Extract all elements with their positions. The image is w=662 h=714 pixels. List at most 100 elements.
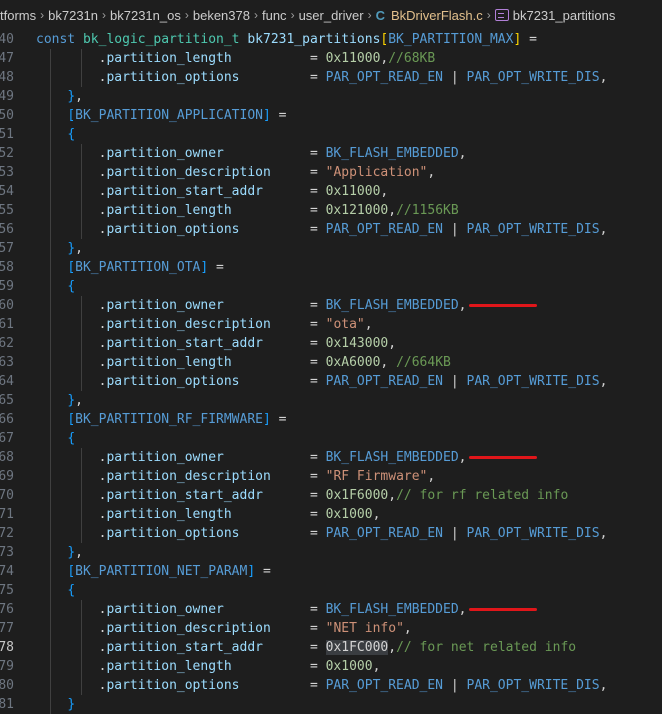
code-line[interactable]: 60 .partition_owner = BK_FLASH_EMBEDDED,: [0, 296, 662, 315]
red-annotation-mark: [468, 456, 537, 459]
line-number: 72: [0, 526, 14, 541]
breadcrumb-item-file[interactable]: C BkDriverFlash.c: [376, 8, 483, 23]
code-line[interactable]: 53 .partition_description = "Application…: [0, 163, 662, 182]
token-num: 0xA6000: [325, 355, 381, 370]
code-line[interactable]: 81 }: [0, 695, 662, 714]
token-punc: ,: [380, 355, 397, 370]
token-bracket3: {: [67, 127, 76, 142]
token-bracket3: {: [67, 431, 76, 446]
code-line[interactable]: 79 .partition_length = 0x1000,: [0, 657, 662, 676]
code-line[interactable]: 74 [BK_PARTITION_NET_PARAM] =: [0, 562, 662, 581]
code-line[interactable]: 72 .partition_options = PAR_OPT_READ_EN …: [0, 524, 662, 543]
code-text: .partition_start_addr = 0x1F6000,// for …: [14, 486, 568, 505]
token-punc: ,: [599, 526, 608, 541]
code-line[interactable]: 70 .partition_start_addr = 0x1F6000,// f…: [0, 486, 662, 505]
code-line[interactable]: 64 .partition_options = PAR_OPT_READ_EN …: [0, 372, 662, 391]
token-punc: .: [36, 602, 107, 617]
breadcrumb-item-bk7231n-os[interactable]: bk7231n_os: [110, 8, 181, 23]
token-punc: .: [36, 146, 107, 161]
breadcrumb-item-platforms[interactable]: tforms: [0, 8, 36, 23]
code-line[interactable]: 40 const bk_logic_partition_t bk7231_part…: [0, 30, 662, 49]
code-text: .partition_length = 0x11000,//68KB: [14, 49, 435, 68]
code-text: .partition_length = 0x1000,: [14, 505, 380, 524]
token-num: 0x121000: [325, 203, 389, 218]
code-line[interactable]: 48 .partition_options = PAR_OPT_READ_EN …: [0, 68, 662, 87]
token-macro: BK_PARTITION_OTA: [75, 260, 201, 275]
indent-guide: [50, 182, 51, 201]
variable-symbol-icon: [494, 9, 509, 21]
code-line[interactable]: 76 .partition_owner = BK_FLASH_EMBEDDED,: [0, 600, 662, 619]
code-line[interactable]: 52 .partition_owner = BK_FLASH_EMBEDDED,: [0, 144, 662, 163]
indent-guide: [50, 486, 51, 505]
code-line[interactable]: 63 .partition_length = 0xA6000, //664KB: [0, 353, 662, 372]
breadcrumb-item-bk7231n[interactable]: bk7231n: [48, 8, 98, 23]
line-number: 58: [0, 260, 14, 275]
token-ident: partition_owner: [106, 146, 224, 161]
code-line[interactable]: 69 .partition_description = "RF Firmware…: [0, 467, 662, 486]
token-punc: =: [270, 317, 326, 332]
chevron-right-icon: ›: [486, 8, 491, 22]
token-punc: [36, 279, 67, 294]
code-line[interactable]: 67 {: [0, 429, 662, 448]
code-text: .partition_options = PAR_OPT_READ_EN | P…: [14, 524, 607, 543]
code-line[interactable]: 47 .partition_length = 0x11000,//68KB: [0, 49, 662, 68]
token-punc: |: [443, 222, 467, 237]
breadcrumb-item-user-driver[interactable]: user_driver: [299, 8, 364, 23]
breadcrumb-item-func[interactable]: func: [262, 8, 287, 23]
code-line[interactable]: 78 .partition_start_addr = 0x1FC000,// f…: [0, 638, 662, 657]
token-punc: =: [255, 564, 271, 579]
line-number: 49: [0, 89, 14, 104]
code-line[interactable]: 65 },: [0, 391, 662, 410]
code-line[interactable]: 58 [BK_PARTITION_OTA] =: [0, 258, 662, 277]
code-line[interactable]: 62 .partition_start_addr = 0x143000,: [0, 334, 662, 353]
indent-guide: [81, 372, 82, 391]
indent-guide: [50, 49, 51, 68]
code-line[interactable]: 66 [BK_PARTITION_RF_FIRMWARE] =: [0, 410, 662, 429]
token-ident: partition_start_addr: [106, 640, 263, 655]
code-line[interactable]: 55 .partition_length = 0x121000,//1156KB: [0, 201, 662, 220]
c-file-icon: C: [375, 7, 385, 23]
code-line[interactable]: 73 },: [0, 543, 662, 562]
code-line[interactable]: 54 .partition_start_addr = 0x11000,: [0, 182, 662, 201]
token-punc: ,: [75, 241, 83, 256]
code-line[interactable]: 80 .partition_options = PAR_OPT_READ_EN …: [0, 676, 662, 695]
code-line[interactable]: 56 .partition_options = PAR_OPT_READ_EN …: [0, 220, 662, 239]
token-punc: ,: [75, 89, 83, 104]
token-punc: .: [36, 51, 107, 66]
code-line[interactable]: 49 },: [0, 87, 662, 106]
code-line[interactable]: 51 {: [0, 125, 662, 144]
chevron-right-icon: ›: [184, 8, 189, 22]
token-bracket3: [: [67, 108, 76, 123]
line-number: 68: [0, 450, 14, 465]
line-number: 53: [0, 165, 14, 180]
token-punc: =: [263, 488, 326, 503]
token-punc: ,: [372, 659, 381, 674]
token-punc: ,: [458, 146, 467, 161]
code-line[interactable]: 50 [BK_PARTITION_APPLICATION] =: [0, 106, 662, 125]
indent-guide: [50, 600, 51, 619]
code-editor[interactable]: 40 const bk_logic_partition_t bk7231_part…: [0, 30, 662, 714]
indent-guide: [81, 182, 82, 201]
code-line[interactable]: 61 .partition_description = "ota",: [0, 315, 662, 334]
code-line[interactable]: 75 {: [0, 581, 662, 600]
token-ident: partition_start_addr: [106, 336, 263, 351]
line-number: 60: [0, 298, 14, 313]
token-ident: partition_options: [106, 374, 240, 389]
code-line[interactable]: 77 .partition_description = "NET info",: [0, 619, 662, 638]
code-text: const bk_logic_partition_t bk7231_partit…: [14, 30, 537, 49]
token-punc: .: [36, 355, 107, 370]
breadcrumb-item-symbol[interactable]: bk7231_partitions: [494, 8, 615, 23]
token-punc: ,: [458, 450, 467, 465]
code-line[interactable]: 57 },: [0, 239, 662, 258]
token-punc: ,: [388, 336, 397, 351]
code-line[interactable]: 68 .partition_owner = BK_FLASH_EMBEDDED,: [0, 448, 662, 467]
token-type: bk_logic_partition_t: [82, 32, 248, 47]
token-punc: |: [443, 526, 467, 541]
line-number: 54: [0, 184, 14, 199]
indent-guide: [50, 695, 51, 714]
code-line[interactable]: 59 {: [0, 277, 662, 296]
token-punc: |: [443, 678, 467, 693]
line-number: 79: [0, 659, 14, 674]
code-line[interactable]: 71 .partition_length = 0x1000,: [0, 505, 662, 524]
breadcrumb-item-beken378[interactable]: beken378: [193, 8, 250, 23]
